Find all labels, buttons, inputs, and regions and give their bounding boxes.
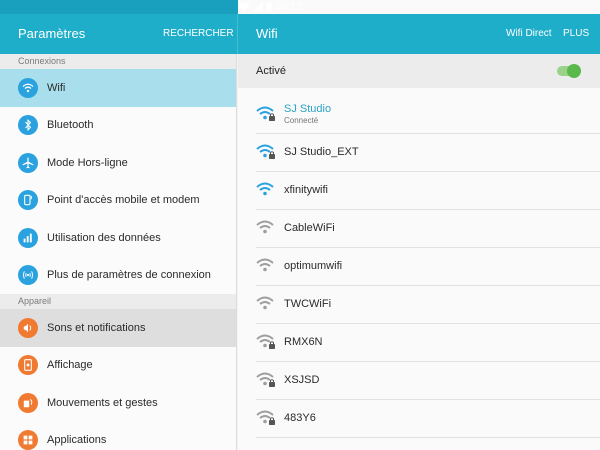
sidebar-item-label: Applications bbox=[47, 434, 107, 447]
wifi-network-name: xfinitywifi bbox=[284, 184, 329, 196]
wifi-network-name: RMX6N bbox=[284, 336, 323, 348]
sidebar-item-label: Mode Hors-ligne bbox=[47, 156, 128, 169]
section-header-connexions: Connexions bbox=[0, 54, 236, 69]
motion-icon bbox=[18, 392, 38, 413]
data-usage-icon bbox=[18, 227, 38, 248]
section-header-appareil: Appareil bbox=[0, 294, 236, 309]
sidebar-item-data-usage[interactable]: Utilisation des données bbox=[0, 219, 236, 257]
sidebar-item-motion[interactable]: Mouvements et gestes bbox=[0, 384, 236, 422]
sidebar-item-label: Affichage bbox=[47, 359, 93, 372]
wifi-network-row[interactable]: RMX6N bbox=[238, 324, 600, 362]
more-button[interactable]: PLUS bbox=[563, 14, 589, 54]
sidebar-item-sounds[interactable]: Sons et notifications bbox=[0, 309, 236, 347]
status-icons: 09:12 bbox=[238, 0, 600, 14]
bluetooth-icon bbox=[18, 115, 38, 136]
sidebar-item-label: Sons et notifications bbox=[47, 321, 146, 334]
wifi-open-strong-icon bbox=[256, 182, 276, 198]
sidebar-item-display[interactable]: Affichage bbox=[0, 347, 236, 385]
wifi-network-row[interactable]: optimumwifi bbox=[238, 248, 600, 286]
sidebar-item-wifi[interactable]: Wifi bbox=[0, 69, 236, 107]
settings-sidebar: Connexions Wifi Bluetooth Mode Hors-lign… bbox=[0, 54, 237, 450]
wifi-panel: Activé SJ Studio Connecté SJ Studio_EXT … bbox=[238, 54, 600, 450]
wifi-open-weak-icon bbox=[256, 296, 276, 312]
search-button[interactable]: RECHERCHER bbox=[163, 14, 234, 54]
hotspot-icon bbox=[18, 190, 38, 211]
battery-icon bbox=[266, 2, 272, 12]
sound-icon bbox=[18, 317, 38, 338]
sidebar-item-label: Bluetooth bbox=[47, 119, 94, 132]
wifi-status-icon bbox=[238, 2, 250, 12]
wifi-secured-strong-icon bbox=[256, 106, 276, 122]
signal-icon bbox=[253, 2, 263, 12]
wifi-network-row[interactable]: XSJSD bbox=[238, 362, 600, 400]
sidebar-item-label: Plus de paramètres de connexion bbox=[47, 269, 211, 282]
wifi-page-title: Wifi bbox=[256, 26, 278, 41]
wifi-icon bbox=[18, 77, 38, 98]
display-icon bbox=[18, 355, 38, 376]
wifi-network-name: SJ Studio bbox=[284, 103, 332, 115]
toggle-knob bbox=[567, 64, 581, 78]
wifi-network-row[interactable]: SJ Studio_EXT bbox=[238, 134, 600, 172]
wifi-secured-weak-icon bbox=[256, 334, 276, 350]
wifi-active-label: Activé bbox=[256, 65, 286, 77]
wifi-network-row[interactable]: xfinitywifi bbox=[238, 172, 600, 210]
sidebar-item-applications[interactable]: Applications bbox=[0, 422, 236, 450]
wifi-network-row[interactable]: SJ Studio Connecté bbox=[238, 96, 600, 134]
status-bar: 09:12 bbox=[0, 0, 600, 14]
sidebar-item-label: Point d'accès mobile et modem bbox=[47, 194, 200, 207]
status-time: 09:12 bbox=[275, 1, 303, 13]
wifi-network-name: XSJSD bbox=[284, 374, 320, 386]
wifi-direct-button[interactable]: Wifi Direct bbox=[506, 14, 552, 54]
wifi-network-name: optimumwifi bbox=[284, 260, 343, 272]
sidebar-item-label: Mouvements et gestes bbox=[47, 396, 158, 409]
sidebar-item-hotspot[interactable]: Point d'accès mobile et modem bbox=[0, 182, 236, 220]
sidebar-item-more-connection[interactable]: Plus de paramètres de connexion bbox=[0, 257, 236, 295]
wifi-secured-weak-icon bbox=[256, 410, 276, 426]
settings-title: Paramètres bbox=[18, 26, 86, 41]
wifi-secured-weak-icon bbox=[256, 372, 276, 388]
app-header: Paramètres RECHERCHER Wifi Wifi Direct P… bbox=[0, 14, 600, 54]
apps-icon bbox=[18, 430, 38, 450]
sidebar-item-airplane-mode[interactable]: Mode Hors-ligne bbox=[0, 144, 236, 182]
wifi-open-weak-icon bbox=[256, 220, 276, 236]
wifi-toggle[interactable] bbox=[557, 64, 581, 78]
wifi-master-switch-row[interactable]: Activé bbox=[238, 54, 600, 88]
wifi-network-row[interactable]: TWCWiFi bbox=[238, 286, 600, 324]
wifi-network-name: TWCWiFi bbox=[284, 298, 332, 310]
wifi-network-name: CableWiFi bbox=[284, 222, 335, 234]
wifi-network-row[interactable]: CableWiFi bbox=[238, 210, 600, 248]
wifi-network-name: 483Y6 bbox=[284, 412, 316, 424]
wifi-secured-strong-icon bbox=[256, 144, 276, 160]
more-connection-icon bbox=[18, 265, 38, 286]
sidebar-item-bluetooth[interactable]: Bluetooth bbox=[0, 107, 236, 145]
wifi-network-name: SJ Studio_EXT bbox=[284, 146, 359, 158]
wifi-network-status: Connecté bbox=[284, 116, 319, 125]
wifi-open-weak-icon bbox=[256, 258, 276, 274]
wifi-network-row[interactable]: 483Y6 bbox=[238, 400, 600, 438]
sidebar-item-label: Wifi bbox=[47, 81, 66, 94]
airplane-icon bbox=[18, 152, 38, 173]
row-divider bbox=[256, 436, 600, 438]
header-divider bbox=[237, 14, 238, 54]
sidebar-item-label: Utilisation des données bbox=[47, 231, 161, 244]
